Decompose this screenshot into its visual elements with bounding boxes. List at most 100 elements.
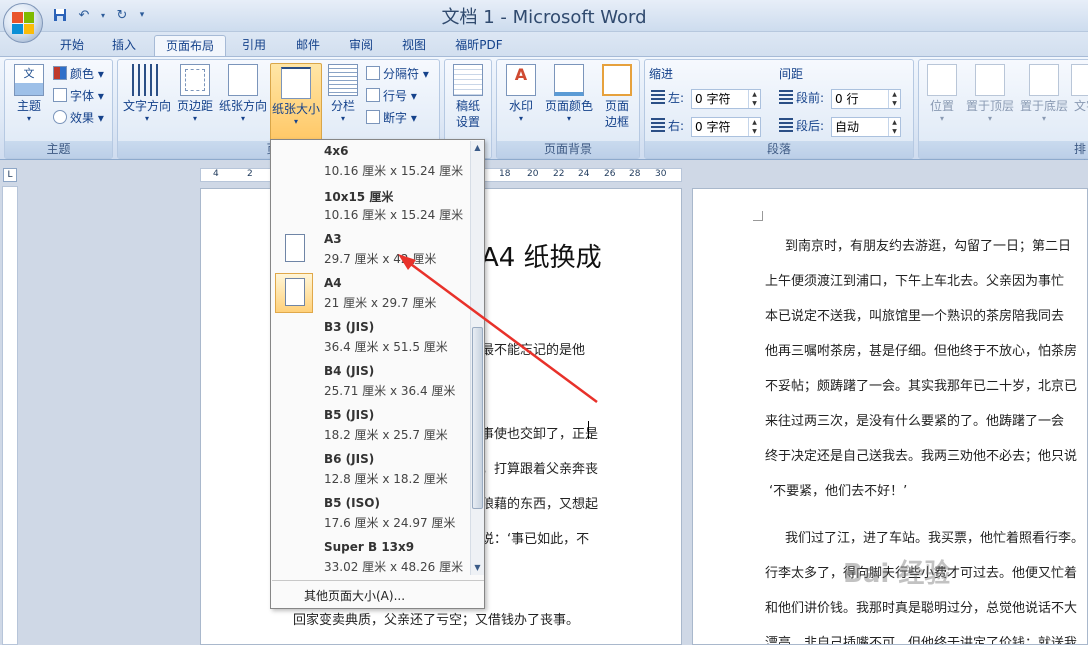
indent-right-input[interactable]: 0 字符 ▲ ▼: [691, 117, 761, 137]
undo-dropdown-icon[interactable]: ▾: [98, 5, 108, 25]
paper-size-icon: [281, 67, 311, 99]
tab-review[interactable]: 审阅: [341, 35, 381, 56]
ruler-tick: 28: [629, 169, 641, 179]
ruler-tick: 20: [527, 169, 539, 179]
spin-arrows-icon[interactable]: ▲ ▼: [888, 118, 900, 136]
paper-option-4x6[interactable]: 4x6 10.16 厘米 x 15.24 厘米: [272, 140, 468, 184]
quick-access-toolbar: ↶ ▾ ↻ ▾: [50, 4, 148, 26]
paper-size-button[interactable]: 纸张大小 ▾: [270, 63, 322, 141]
tab-references[interactable]: 引用: [234, 35, 274, 56]
text-line: 不妥帖；颇踌躇了一会。其实我那年已二十岁，北京已: [765, 379, 1078, 394]
paper-option-b6-jis[interactable]: B6 (JIS) 12.8 厘米 x 18.2 厘米: [272, 448, 468, 492]
page-color-icon: [554, 64, 584, 96]
tab-home[interactable]: 开始: [52, 35, 92, 56]
send-to-back-button[interactable]: 置于底层 ▾: [1017, 64, 1071, 136]
office-logo-icon: [12, 12, 34, 34]
redo-icon[interactable]: ↻: [112, 5, 132, 25]
ribbon: 文 主题 ▾ 颜色 ▾ 字体 ▾ 效果 ▾ 主题 文字方向 ▾ 页边距 ▾ 纸张方向…: [0, 56, 1088, 173]
text-line: 他再三嘱咐茶房，甚是仔细。但他终于不放心，怕茶房: [765, 344, 1078, 359]
themes-button[interactable]: 文 主题 ▾: [9, 64, 49, 136]
margins-icon: [180, 64, 210, 96]
indent-left-input[interactable]: 0 字符 ▲ ▼: [691, 89, 761, 109]
spin-arrows-icon[interactable]: ▲ ▼: [888, 90, 900, 108]
title-bar: 文档 1 - Microsoft Word: [0, 0, 1088, 32]
text-line: 回家变卖典质，父亲还了亏空；又借钱办了丧事。: [293, 613, 580, 628]
customize-qat-icon[interactable]: ▾: [136, 5, 148, 25]
line-numbers-button[interactable]: 行号 ▾: [366, 86, 417, 106]
chevron-down-icon: ▾: [340, 114, 345, 123]
window-title: 文档 1 - Microsoft Word: [441, 7, 647, 28]
spacing-before-input[interactable]: 0 行 ▲ ▼: [831, 89, 901, 109]
paragraph-group: 缩进 左: 0 字符 ▲ ▼ 右: 0 字符 ▲ ▼ 间距 段前: 0 行 ▲ ▼ 段后: …: [644, 59, 914, 159]
tab-view[interactable]: 视图: [394, 35, 434, 56]
spacing-after-input[interactable]: 自动 ▲ ▼: [831, 117, 901, 137]
watermark-button[interactable]: A 水印 ▾: [501, 64, 541, 136]
margin-corner-mark: [753, 211, 763, 221]
scroll-down-icon[interactable]: ▼: [472, 563, 483, 572]
chevron-down-icon: ▾: [987, 114, 992, 123]
office-button[interactable]: [3, 3, 43, 43]
bring-to-front-button[interactable]: 置于顶层 ▾: [963, 64, 1017, 136]
fonts-icon: [53, 88, 67, 102]
text-line: 狼藉的东西，又想起: [481, 497, 599, 512]
position-icon: [927, 64, 957, 96]
page-thumbnail-icon: [285, 278, 305, 306]
menu-divider: [272, 580, 484, 581]
hyphenation-button[interactable]: 断字 ▾: [366, 108, 417, 128]
spin-arrows-icon[interactable]: ▲ ▼: [748, 90, 760, 108]
text-line: 来往过两三次，是没有什么要紧的了。他踌躇了一会: [765, 414, 1065, 429]
tab-insert[interactable]: 插入: [104, 35, 144, 56]
tab-foxit-pdf[interactable]: 福昕PDF: [448, 35, 510, 56]
tab-selector-icon[interactable]: L: [3, 168, 17, 182]
breaks-button[interactable]: 分隔符 ▾: [366, 64, 429, 84]
tab-page-layout[interactable]: 页面布局: [154, 35, 226, 56]
paper-option-b5-iso[interactable]: B5 (ISO) 17.6 厘米 x 24.97 厘米: [272, 492, 468, 536]
page-color-button[interactable]: 页面颜色 ▾: [543, 64, 595, 136]
arrange-group: 位置▾ 置于顶层▾ 置于底层▾ 文字 排列: [918, 59, 1088, 173]
chevron-down-icon: ▾: [144, 114, 149, 123]
spacing-after-icon: [779, 118, 793, 132]
text-line: 说：‘事已如此，不: [481, 532, 590, 547]
hyphenation-icon: [366, 110, 380, 124]
text-line: 我们过了江，进了车站。我买票，他忙着照看行李。: [785, 531, 1085, 546]
chevron-down-icon: ▾: [26, 114, 31, 123]
text-wrap-button[interactable]: 文字: [1071, 64, 1088, 136]
send-to-back-icon: [1029, 64, 1059, 96]
orientation-button[interactable]: 纸张方向 ▾: [218, 64, 268, 136]
text-line: 本已说定不送我，叫旅馆里一个熟识的茶房陪我同去: [765, 309, 1065, 324]
vertical-ruler[interactable]: [2, 186, 18, 645]
undo-icon[interactable]: ↶: [74, 5, 94, 25]
text-line: 事使也交卸了，正是: [481, 427, 599, 442]
scroll-up-icon[interactable]: ▲: [472, 143, 483, 152]
indent-heading: 缩进: [649, 67, 674, 81]
colors-button[interactable]: 颜色 ▾: [53, 64, 104, 84]
ruler-tick: 24: [578, 169, 590, 179]
text-line: 和他们讲价钱。我那时真是聪明过分，总觉他说话不大: [765, 601, 1078, 616]
page-thumbnail-icon: [285, 234, 305, 262]
chevron-down-icon: ▾: [1041, 114, 1046, 123]
paper-option-super-b[interactable]: Super B 13x9 33.02 厘米 x 48.26 厘米: [272, 536, 468, 580]
page-background-group-label: 页面背景: [497, 141, 639, 158]
columns-button[interactable]: 分栏 ▾: [324, 64, 362, 136]
fonts-button[interactable]: 字体 ▾: [53, 86, 104, 106]
spin-arrows-icon[interactable]: ▲ ▼: [748, 118, 760, 136]
chevron-down-icon: ▾: [240, 114, 245, 123]
text-cursor: [588, 421, 589, 439]
position-button[interactable]: 位置 ▾: [923, 64, 961, 136]
page-borders-button[interactable]: 页面 边框: [597, 64, 637, 136]
paper-option-b5-jis[interactable]: B5 (JIS) 18.2 厘米 x 25.7 厘米: [272, 404, 468, 448]
text-line: 漂亮，非自己插嘴不可，但他终于讲定了价钱；就送我: [765, 636, 1078, 645]
text-direction-button[interactable]: 文字方向 ▾: [121, 64, 173, 136]
more-paper-sizes-item[interactable]: 其他页面大小(A)...: [304, 587, 405, 604]
indent-left-icon: [651, 90, 665, 104]
effects-button[interactable]: 效果 ▾: [53, 108, 104, 128]
draft-paper-button[interactable]: 稿纸 设置: [448, 64, 488, 136]
text-line: 上午便须渡江到浦口，下午上车北去。父亲因为事忙: [765, 274, 1065, 289]
margins-button[interactable]: 页边距 ▾: [174, 64, 216, 136]
spacing-before-icon: [779, 90, 793, 104]
columns-icon: [328, 64, 358, 96]
save-icon[interactable]: [50, 5, 70, 25]
paper-option-10x15[interactable]: 10x15 厘米 10.16 厘米 x 15.24 厘米: [272, 184, 468, 228]
tab-mailings[interactable]: 邮件: [288, 35, 328, 56]
document-page-2[interactable]: 到南京时，有朋友约去游逛，勾留了一日；第二日 上午便须渡江到浦口，下午上车北去。…: [692, 188, 1088, 645]
